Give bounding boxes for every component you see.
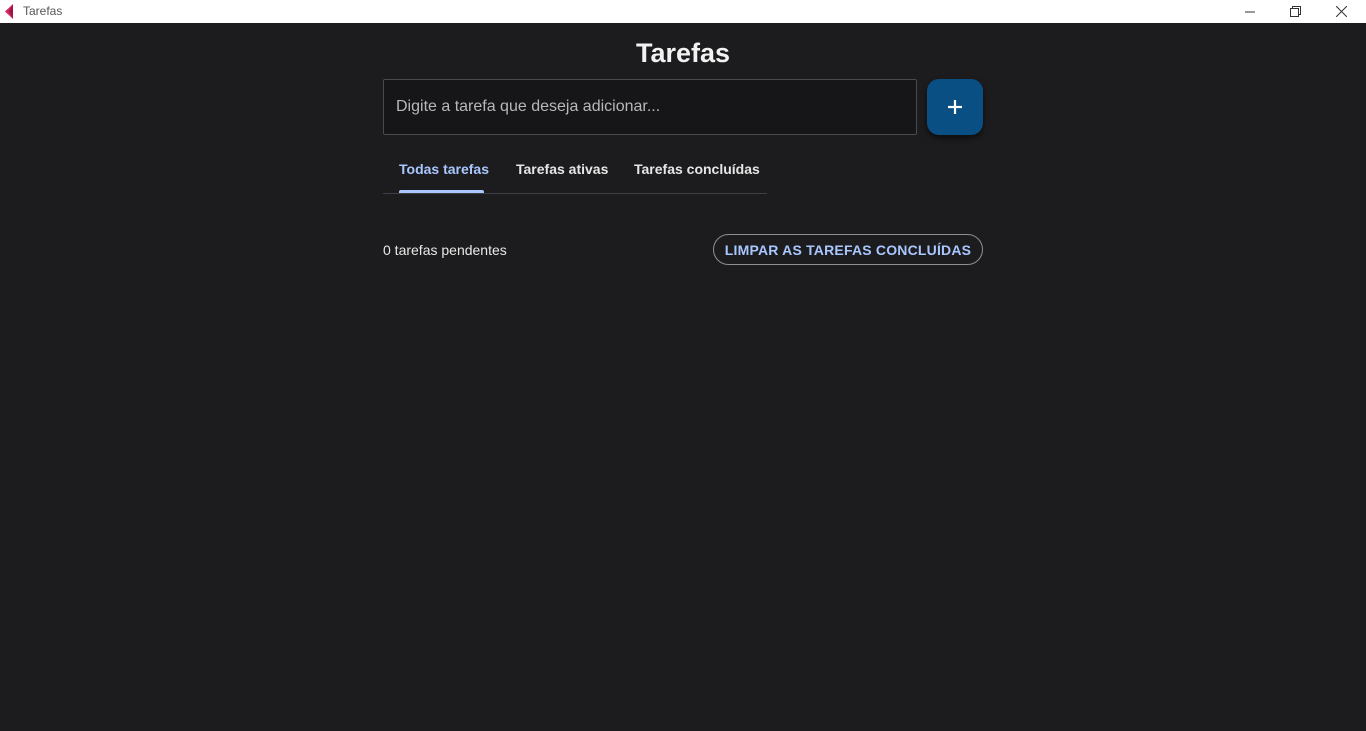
close-icon	[1335, 6, 1347, 17]
app-logo-icon	[5, 4, 13, 19]
window-title: Tarefas	[23, 4, 63, 18]
close-button[interactable]	[1318, 0, 1364, 23]
tab-all-tasks[interactable]: Todas tarefas	[399, 161, 489, 177]
restore-icon	[1289, 6, 1301, 17]
clear-completed-button[interactable]: LIMPAR AS TAREFAS CONCLUÍDAS	[713, 234, 983, 265]
minimize-icon	[1245, 11, 1255, 12]
add-task-button[interactable]	[927, 79, 983, 135]
filter-tabs: Todas tarefas Tarefas ativas Tarefas con…	[383, 153, 767, 194]
app-main: Tarefas Todas tarefas Tarefas ativas Tar…	[0, 23, 1366, 731]
restore-button[interactable]	[1272, 0, 1318, 23]
plus-icon	[948, 100, 962, 114]
active-tab-indicator	[399, 190, 484, 193]
minimize-button[interactable]	[1227, 0, 1273, 23]
window-titlebar: Tarefas	[0, 0, 1366, 23]
tab-completed-tasks[interactable]: Tarefas concluídas	[634, 161, 760, 177]
tab-active-tasks[interactable]: Tarefas ativas	[516, 161, 608, 177]
pending-count: 0 tarefas pendentes	[383, 242, 507, 258]
page-title: Tarefas	[635, 38, 731, 68]
task-input[interactable]	[383, 79, 917, 135]
